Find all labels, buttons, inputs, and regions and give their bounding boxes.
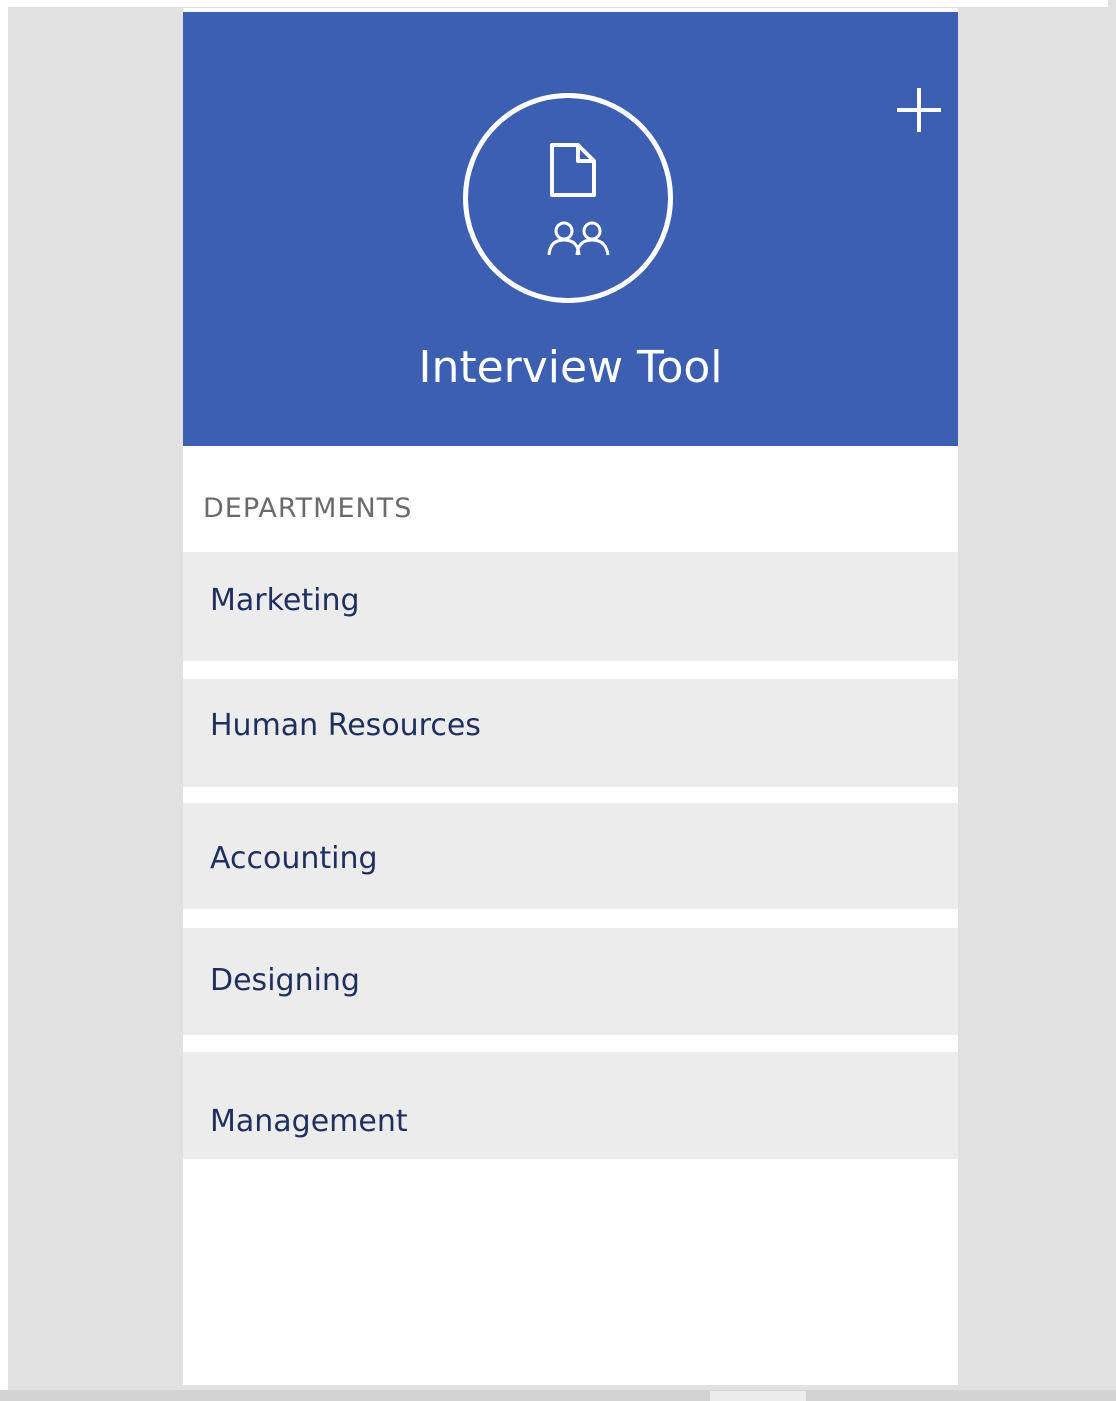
window-edge-left (0, 0, 8, 1401)
list-item-human-resources[interactable]: Human Resources (183, 679, 958, 787)
list-item-accounting[interactable]: Accounting (183, 803, 958, 909)
list-item-label: Management (210, 1104, 408, 1139)
window-edge-top (8, 0, 1108, 7)
document-icon (550, 143, 596, 197)
app-title: Interview Tool (418, 342, 723, 393)
list-item-management[interactable]: Management (183, 1052, 958, 1159)
app-screen: Interview Tool DEPARTMENTS Marketing Hum… (183, 8, 958, 1385)
add-button[interactable] (889, 80, 949, 140)
app-header: Interview Tool (183, 12, 958, 446)
list-item-designing[interactable]: Designing (183, 928, 958, 1035)
plus-icon (897, 88, 941, 132)
people-icon (547, 221, 610, 256)
list-item-label: Accounting (210, 841, 378, 876)
app-logo (463, 93, 673, 303)
list-item-label: Designing (210, 963, 360, 998)
scrollbar-thumb[interactable] (710, 1391, 806, 1401)
list-item-label: Human Resources (210, 708, 481, 743)
horizontal-scrollbar[interactable] (0, 1390, 1116, 1401)
list-item-label: Marketing (210, 583, 360, 618)
departments-heading: DEPARTMENTS (203, 493, 413, 524)
list-item-marketing[interactable]: Marketing (183, 552, 958, 661)
